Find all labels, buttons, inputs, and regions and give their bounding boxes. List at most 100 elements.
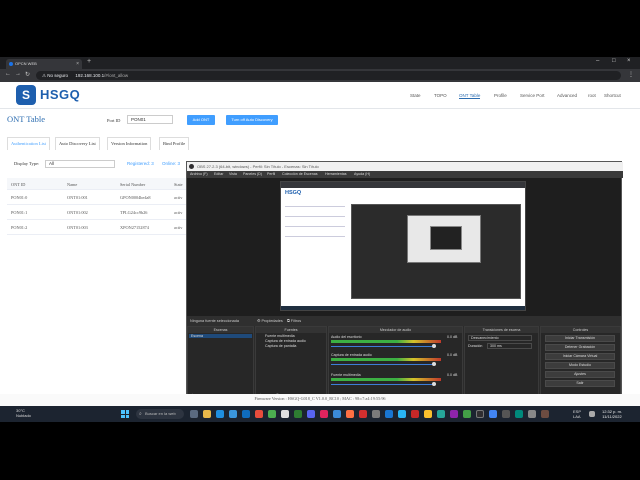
volume-slider[interactable] <box>331 384 436 385</box>
close-window-button[interactable]: × <box>627 58 631 64</box>
new-tab-button[interactable]: + <box>87 58 91 65</box>
browser-menu-icon[interactable]: ⋮ <box>628 71 634 78</box>
app-icon[interactable] <box>307 410 315 418</box>
nav-profile[interactable]: Profile <box>494 93 507 98</box>
auto-discovery-button[interactable]: Turn off Auto Discovery <box>226 115 278 125</box>
table-row[interactable]: PON01:0 ONT01:001 GPON0004be4a8 activ <box>7 190 187 205</box>
app-icon[interactable] <box>294 410 302 418</box>
forward-button[interactable]: → <box>15 71 21 77</box>
store-icon[interactable] <box>229 410 237 418</box>
obs-taskbar-icon[interactable] <box>476 410 484 418</box>
app-icon[interactable] <box>255 410 263 418</box>
weather-widget[interactable]: 30°C Nublado <box>16 408 31 418</box>
address-bar[interactable]: ⚠ No seguro 192.168.100.1/#/ont_allow <box>36 71 621 80</box>
transition-select[interactable]: Desvanecimiento <box>468 335 532 341</box>
exit-button[interactable]: Salir <box>545 380 615 387</box>
volume-slider[interactable] <box>331 364 436 365</box>
file-explorer-icon[interactable] <box>203 410 211 418</box>
taskbar-clock[interactable]: 12:32 p. m. 11/11/2022 <box>602 409 622 419</box>
app-icon[interactable] <box>502 410 510 418</box>
browser-tab[interactable]: OPCN WEB × <box>6 59 82 69</box>
app-icon[interactable] <box>398 410 406 418</box>
nav-shortcut[interactable]: Shortcut <box>604 93 621 98</box>
duration-input[interactable]: 300 ms <box>487 343 532 349</box>
app-icon[interactable] <box>450 410 458 418</box>
taskbar-search[interactable]: ⌕ Buscar en la web <box>136 409 184 419</box>
language-indicator[interactable]: ESP LAA <box>573 409 581 419</box>
menu-archivo[interactable]: Archivo (F) <box>190 171 208 178</box>
tab-bind-profile[interactable]: Bind Profile <box>159 137 190 150</box>
table-row[interactable]: PON01:2 ONT01:003 XPON27152874 activ <box>7 220 187 235</box>
settings-button[interactable]: Ajustes <box>545 371 615 378</box>
app-icon[interactable] <box>359 410 367 418</box>
table-row[interactable]: PON01:1 ONT01:002 TPLG24cc9b26 activ <box>7 205 187 220</box>
nav-ont-table[interactable]: ONT Table <box>459 93 481 99</box>
app-icon[interactable] <box>463 410 471 418</box>
security-warning[interactable]: ⚠ No seguro <box>42 73 68 78</box>
col-name[interactable]: Name <box>67 182 77 187</box>
menu-perfil[interactable]: Perfil <box>267 171 275 178</box>
scene-item[interactable]: Escena <box>189 334 252 338</box>
app-icon[interactable] <box>333 410 341 418</box>
add-ont-button[interactable]: Add ONT <box>187 115 215 125</box>
properties-button[interactable]: ⚙ Propiedades <box>257 316 283 326</box>
start-button-icon[interactable] <box>121 410 129 418</box>
app-icon[interactable] <box>437 410 445 418</box>
volume-knob[interactable] <box>432 362 436 366</box>
mail-icon[interactable] <box>242 410 250 418</box>
nav-user[interactable]: root <box>588 93 596 98</box>
obs-preview[interactable]: HSGQ <box>187 178 621 316</box>
app-icon[interactable] <box>346 410 354 418</box>
app-icon[interactable] <box>372 410 380 418</box>
chrome-icon[interactable] <box>489 410 497 418</box>
maximize-button[interactable]: □ <box>612 58 616 64</box>
edge-icon[interactable] <box>216 410 224 418</box>
app-icon[interactable] <box>528 410 536 418</box>
nav-state[interactable]: State <box>410 93 421 98</box>
task-view-icon[interactable] <box>190 410 198 418</box>
app-icon[interactable] <box>268 410 276 418</box>
filters-button[interactable]: ⧉ Filtros <box>287 316 301 326</box>
display-type-select[interactable]: All <box>45 160 115 168</box>
network-icon[interactable] <box>589 411 595 417</box>
port-id-select[interactable]: PON01 <box>127 115 173 124</box>
menu-ayuda[interactable]: Ayuda (H) <box>354 171 370 178</box>
source-item[interactable]: Captura de entrada audio <box>265 339 306 343</box>
col-serial[interactable]: Serial Number <box>120 182 145 187</box>
menu-editar[interactable]: Editar <box>214 171 223 178</box>
source-item[interactable]: Captura de pantalla <box>265 344 296 348</box>
back-button[interactable]: ← <box>5 71 11 77</box>
volume-knob[interactable] <box>432 344 436 348</box>
nav-service-port[interactable]: Service Port <box>520 93 545 98</box>
nav-advanced[interactable]: Advanced <box>557 93 577 98</box>
app-icon[interactable] <box>320 410 328 418</box>
minimize-button[interactable]: – <box>596 58 599 64</box>
app-icon[interactable] <box>411 410 419 418</box>
menu-herramientas[interactable]: Herramientas <box>325 171 347 178</box>
app-icon[interactable] <box>541 410 549 418</box>
reload-button[interactable]: ↻ <box>25 71 30 78</box>
obs-titlebar[interactable]: OBS 27.2.3 (64-bit, windows) - Perfil: S… <box>187 162 623 171</box>
menu-vista[interactable]: Vista <box>229 171 237 178</box>
stop-recording-button[interactable]: Detener Grabación <box>545 344 615 351</box>
volume-knob[interactable] <box>432 382 436 386</box>
menu-coleccion[interactable]: Colección de Escenas <box>282 171 318 178</box>
volume-slider[interactable] <box>331 346 436 347</box>
tab-authentication-list[interactable]: Authentication List <box>7 137 50 150</box>
app-icon[interactable] <box>281 410 289 418</box>
studio-mode-button[interactable]: Modo Estudio <box>545 362 615 369</box>
nav-topo[interactable]: TOPO <box>434 93 447 98</box>
obs-window[interactable]: OBS 27.2.3 (64-bit, windows) - Perfil: S… <box>186 161 623 413</box>
tab-auto-discovery-list[interactable]: Auto Discovery List <box>55 137 100 150</box>
start-streaming-button[interactable]: Iniciar Transmisión <box>545 335 615 342</box>
col-state[interactable]: State <box>174 182 183 187</box>
tab-close-icon[interactable]: × <box>76 59 79 69</box>
source-item[interactable]: Fuente multimedia <box>265 334 295 338</box>
app-icon[interactable] <box>385 410 393 418</box>
app-icon[interactable] <box>515 410 523 418</box>
tab-version-information[interactable]: Version Information <box>107 137 152 150</box>
virtual-camera-button[interactable]: Iniciar Cámara Virtual <box>545 353 615 360</box>
menu-paneles[interactable]: Paneles (D) <box>243 171 262 178</box>
app-icon[interactable] <box>424 410 432 418</box>
col-ont-id[interactable]: ONT ID <box>11 182 25 187</box>
